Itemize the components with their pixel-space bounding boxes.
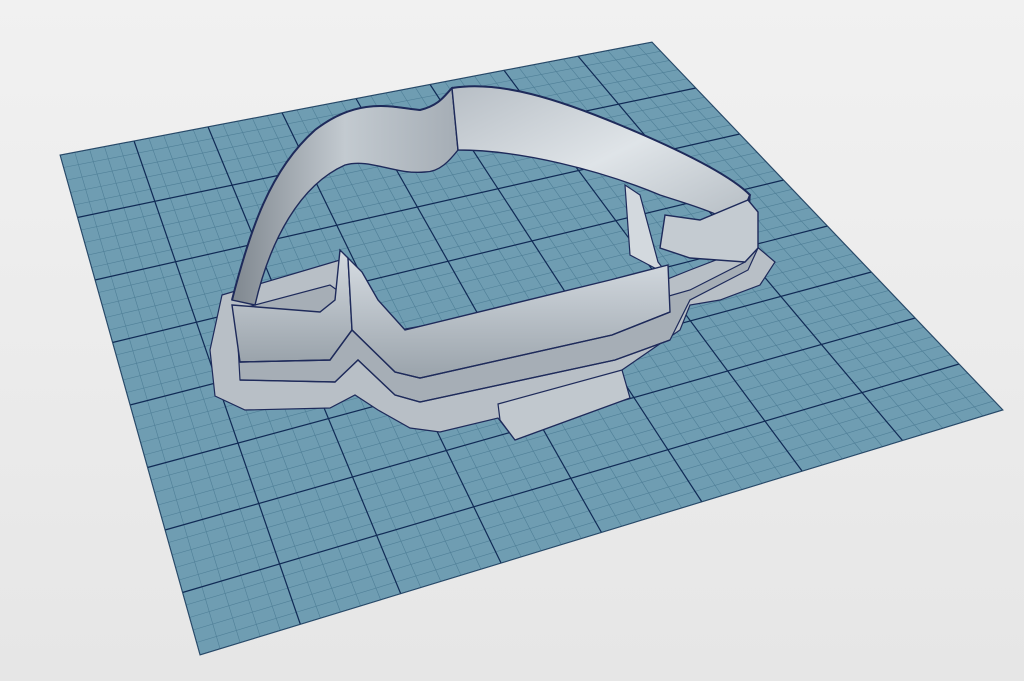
3d-viewport[interactable] bbox=[0, 0, 1024, 681]
scene-canvas bbox=[59, 41, 1004, 656]
